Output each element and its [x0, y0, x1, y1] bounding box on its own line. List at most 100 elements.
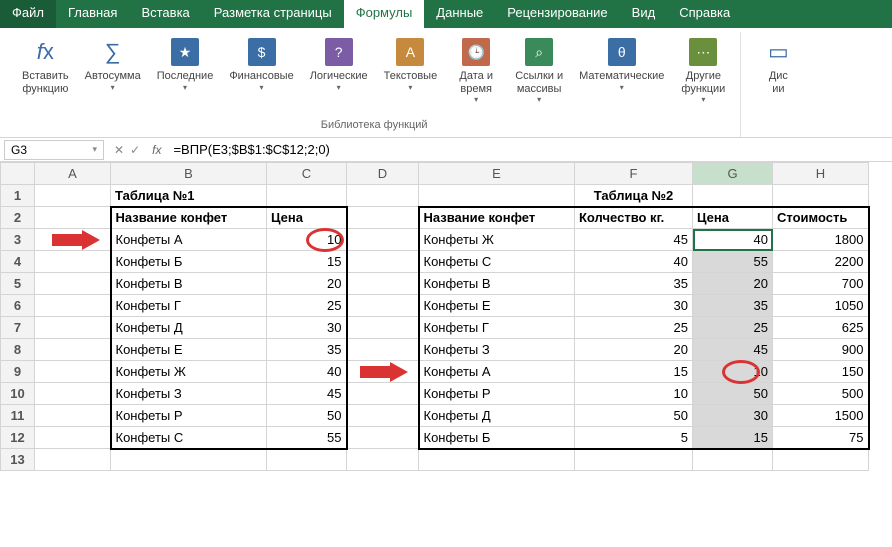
cell[interactable]: 45: [575, 229, 693, 251]
cell[interactable]: 30: [693, 405, 773, 427]
cell[interactable]: 10: [693, 361, 773, 383]
cell[interactable]: Конфеты В: [419, 273, 575, 295]
cell[interactable]: [35, 383, 111, 405]
cell[interactable]: 50: [575, 405, 693, 427]
fx-label-icon[interactable]: fx: [146, 143, 167, 157]
cell[interactable]: [35, 339, 111, 361]
cell[interactable]: [347, 405, 419, 427]
cell[interactable]: Конфеты Р: [419, 383, 575, 405]
cell[interactable]: [35, 295, 111, 317]
cell[interactable]: Конфеты Е: [111, 339, 267, 361]
col-header-H[interactable]: H: [773, 163, 869, 185]
col-header-A[interactable]: A: [35, 163, 111, 185]
col-header-C[interactable]: C: [267, 163, 347, 185]
cell[interactable]: 150: [773, 361, 869, 383]
defined-names-button[interactable]: ▭ Дисии: [749, 32, 807, 99]
math-button[interactable]: θ Математические ▾: [573, 32, 670, 96]
cell[interactable]: [111, 449, 267, 471]
cell[interactable]: Конфеты З: [111, 383, 267, 405]
tab-help[interactable]: Справка: [667, 0, 742, 28]
cell[interactable]: [347, 229, 419, 251]
cell[interactable]: [35, 251, 111, 273]
autosum-button[interactable]: ∑ Автосумма ▾: [79, 32, 147, 96]
cell[interactable]: 25: [267, 295, 347, 317]
row-header[interactable]: 8: [1, 339, 35, 361]
cell[interactable]: [347, 185, 419, 207]
tab-formulas[interactable]: Формулы: [344, 0, 425, 28]
tab-review[interactable]: Рецензирование: [495, 0, 619, 28]
col-header-G[interactable]: G: [693, 163, 773, 185]
select-all-corner[interactable]: [1, 163, 35, 185]
cell[interactable]: [35, 361, 111, 383]
row-header[interactable]: 3: [1, 229, 35, 251]
cell[interactable]: [419, 185, 575, 207]
cell[interactable]: 700: [773, 273, 869, 295]
row-header[interactable]: 11: [1, 405, 35, 427]
cell[interactable]: Конфеты Ж: [111, 361, 267, 383]
cell[interactable]: 900: [773, 339, 869, 361]
row-header[interactable]: 9: [1, 361, 35, 383]
cell[interactable]: 625: [773, 317, 869, 339]
cell[interactable]: [35, 207, 111, 229]
cell[interactable]: 20: [575, 339, 693, 361]
cell[interactable]: Конфеты Б: [419, 427, 575, 449]
row-header[interactable]: 4: [1, 251, 35, 273]
datetime-button[interactable]: 🕒 Дата ивремя ▾: [447, 32, 505, 108]
cell[interactable]: [693, 185, 773, 207]
cell[interactable]: [35, 427, 111, 449]
cell[interactable]: 45: [693, 339, 773, 361]
cell[interactable]: Конфеты В: [111, 273, 267, 295]
cell[interactable]: [267, 449, 347, 471]
cancel-formula-button[interactable]: ✕: [114, 143, 124, 157]
cell[interactable]: Конфеты С: [419, 251, 575, 273]
tab-home[interactable]: Главная: [56, 0, 129, 28]
other-fn-button[interactable]: ⋯ Другиефункции ▾: [674, 32, 732, 108]
row-header[interactable]: 5: [1, 273, 35, 295]
cell[interactable]: [35, 449, 111, 471]
cell[interactable]: Конфеты Р: [111, 405, 267, 427]
cell[interactable]: 1500: [773, 405, 869, 427]
cell[interactable]: [35, 273, 111, 295]
cell[interactable]: Название конфет: [111, 207, 267, 229]
cell[interactable]: 30: [575, 295, 693, 317]
cell[interactable]: 15: [575, 361, 693, 383]
cell[interactable]: [347, 449, 419, 471]
financial-button[interactable]: $ Финансовые ▾: [223, 32, 299, 96]
cell[interactable]: Таблица №1: [111, 185, 267, 207]
cell[interactable]: [347, 317, 419, 339]
col-header-D[interactable]: D: [347, 163, 419, 185]
cell-G3-active[interactable]: 40: [693, 229, 773, 251]
row-header[interactable]: 2: [1, 207, 35, 229]
name-box[interactable]: G3 ▾: [4, 140, 104, 160]
insert-function-button[interactable]: fx Вставитьфункцию: [16, 32, 75, 99]
cell[interactable]: Конфеты С: [111, 427, 267, 449]
cell[interactable]: 75: [773, 427, 869, 449]
cell[interactable]: Конфеты Б: [111, 251, 267, 273]
cell[interactable]: Стоимость: [773, 207, 869, 229]
tab-data[interactable]: Данные: [424, 0, 495, 28]
text-button[interactable]: A Текстовые ▾: [378, 32, 444, 96]
cell[interactable]: [347, 273, 419, 295]
recent-button[interactable]: ★ Последние ▾: [151, 32, 220, 96]
tab-file[interactable]: Файл: [0, 0, 56, 28]
cell[interactable]: Конфеты З: [419, 339, 575, 361]
accept-formula-button[interactable]: ✓: [130, 143, 140, 157]
cell[interactable]: [267, 185, 347, 207]
row-header[interactable]: 12: [1, 427, 35, 449]
cell[interactable]: 15: [693, 427, 773, 449]
cell[interactable]: 35: [267, 339, 347, 361]
row-header[interactable]: 6: [1, 295, 35, 317]
cell[interactable]: [773, 449, 869, 471]
cell[interactable]: 45: [267, 383, 347, 405]
cell[interactable]: [347, 427, 419, 449]
cell[interactable]: 500: [773, 383, 869, 405]
cell[interactable]: 55: [267, 427, 347, 449]
row-header[interactable]: 13: [1, 449, 35, 471]
cell[interactable]: [347, 383, 419, 405]
cell[interactable]: [347, 207, 419, 229]
cell[interactable]: Конфеты Д: [419, 405, 575, 427]
cell[interactable]: [773, 185, 869, 207]
cell[interactable]: [693, 449, 773, 471]
cell[interactable]: 25: [575, 317, 693, 339]
cell[interactable]: 10: [575, 383, 693, 405]
